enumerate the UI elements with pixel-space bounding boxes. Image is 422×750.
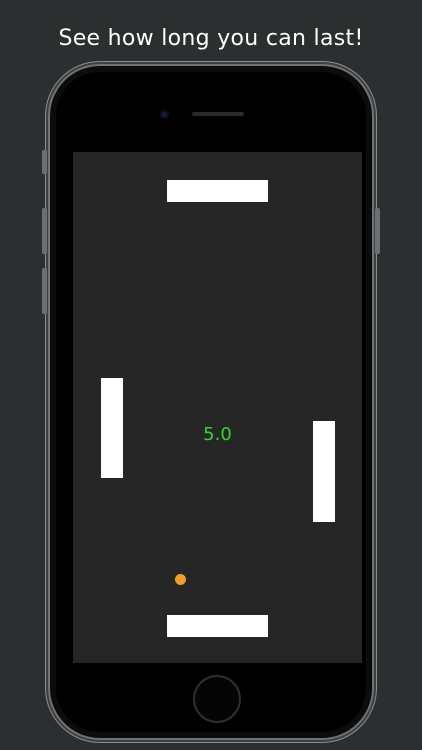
paddle-left[interactable] <box>101 378 123 478</box>
power-button <box>375 208 380 254</box>
survival-timer: 5.0 <box>203 424 232 445</box>
volume-down-button <box>42 268 47 314</box>
app-store-screenshot: See how long you can last! 5.0 <box>0 0 422 750</box>
game-screen[interactable]: 5.0 <box>73 152 362 663</box>
headline: See how long you can last! <box>58 26 364 51</box>
ball <box>175 574 186 585</box>
paddle-top[interactable] <box>167 180 268 202</box>
speaker-grille <box>192 112 244 116</box>
mute-switch <box>42 150 47 174</box>
volume-up-button <box>42 208 47 254</box>
phone-frame: 5.0 <box>42 66 380 738</box>
phone-face: 5.0 <box>56 72 366 732</box>
paddle-bottom[interactable] <box>167 615 268 637</box>
front-camera-icon <box>160 110 169 119</box>
home-button[interactable] <box>193 675 241 723</box>
paddle-right[interactable] <box>313 421 335 522</box>
